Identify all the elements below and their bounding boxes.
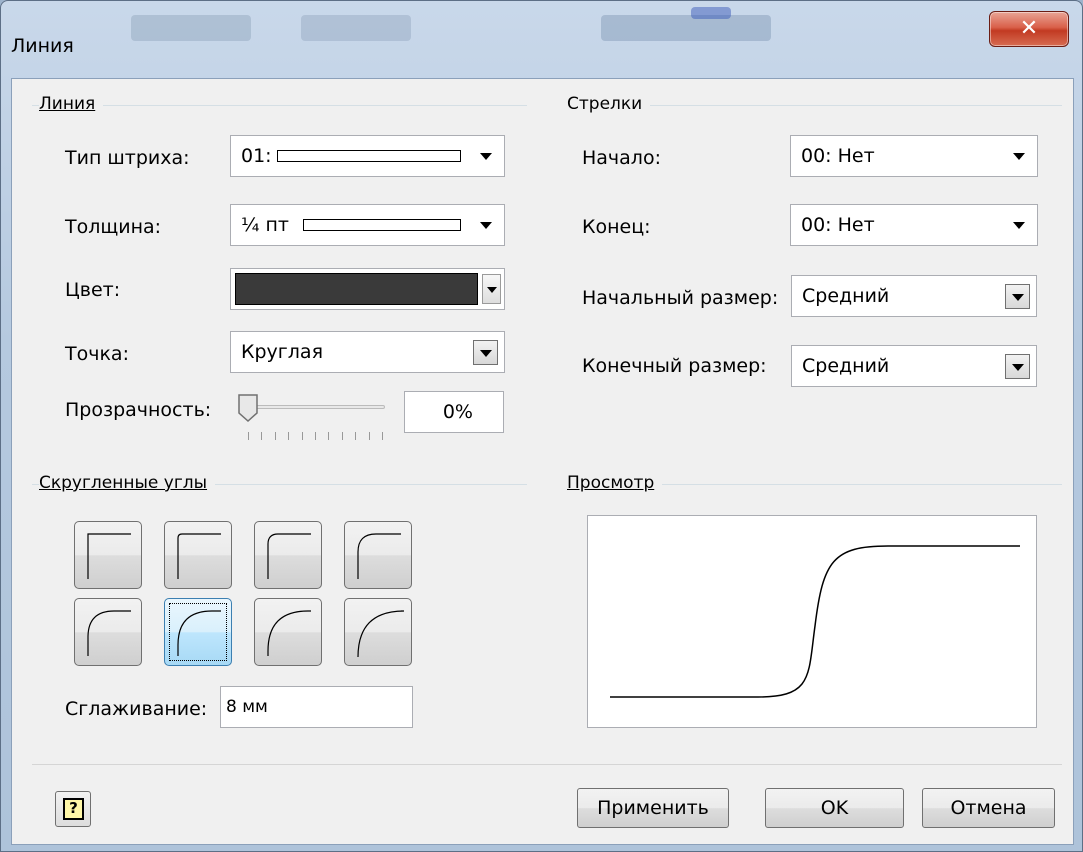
corners-group-title: Скругленные углы: [39, 473, 216, 493]
chevron-down-icon[interactable]: [482, 274, 501, 304]
slider-tick: [288, 432, 290, 440]
weight-label: Толщина:: [65, 216, 162, 238]
group-divider: [32, 105, 527, 106]
chevron-down-icon: [480, 153, 492, 160]
begin-size-select[interactable]: Средний: [791, 275, 1037, 317]
begin-size-value: Средний: [802, 285, 890, 307]
transparency-input[interactable]: 0%: [404, 391, 504, 433]
cap-value: Круглая: [241, 341, 323, 363]
corner-shape-icon: [87, 533, 131, 579]
smoothing-value: 8 мм: [226, 697, 268, 717]
cancel-button[interactable]: Отмена: [922, 788, 1055, 828]
line-group-title: Линия: [39, 94, 104, 114]
slider-tick: [301, 432, 303, 440]
background-blur: [691, 7, 731, 19]
corner-shape-icon: [267, 533, 311, 579]
corner-shape-icon: [87, 610, 131, 656]
slider-tick: [261, 432, 263, 440]
close-icon: ✕: [1019, 16, 1039, 41]
corner-shape-icon: [357, 533, 401, 579]
chevron-down-icon: [480, 222, 492, 229]
dash-type-value: 01:: [241, 145, 272, 167]
slider-tick: [315, 432, 316, 440]
slider-tick: [355, 432, 357, 440]
corner-radius-button[interactable]: [74, 598, 142, 666]
color-swatch: [235, 273, 478, 305]
transparency-track[interactable]: [245, 405, 385, 409]
dash-sample: [277, 150, 461, 162]
transparency-value: 0%: [442, 401, 473, 423]
smoothing-input[interactable]: 8 мм: [220, 686, 413, 728]
background-blur: [301, 15, 411, 41]
corner-radius-button[interactable]: [254, 521, 322, 589]
ok-button[interactable]: OK: [765, 788, 904, 828]
transparency-label: Прозрачность:: [65, 399, 212, 421]
end-label: Конец:: [582, 216, 651, 238]
begin-label: Начало:: [582, 147, 661, 169]
window-title: Линия: [11, 35, 74, 57]
end-size-value: Средний: [802, 355, 890, 377]
end-size-label: Конечный размер:: [582, 355, 767, 377]
dialog-window: Линия ✕ Линия Тип штриха: 01: Толщина: ¼…: [0, 0, 1083, 852]
corner-shape-icon: [357, 610, 405, 658]
line-preview: [587, 515, 1037, 728]
chevron-down-icon: [1005, 354, 1030, 379]
end-arrow-select[interactable]: 00: Нет: [790, 204, 1038, 246]
dialog-client: Линия Тип штриха: 01: Толщина: ¼ пт Цвет…: [11, 78, 1074, 845]
help-button[interactable]: ?: [55, 791, 91, 827]
corner-radius-button[interactable]: [344, 521, 412, 589]
corner-radius-button[interactable]: [74, 521, 142, 589]
chevron-down-icon: [1005, 284, 1030, 309]
slider-tick: [382, 432, 383, 440]
title-bar[interactable]: Линия ✕: [1, 1, 1083, 65]
slider-tick: [368, 432, 370, 440]
dash-type-select[interactable]: 01:: [230, 135, 505, 177]
weight-value: ¼ пт: [241, 214, 289, 236]
background-blur: [131, 15, 251, 41]
chevron-down-icon: [1013, 222, 1025, 229]
corner-radius-button[interactable]: [164, 521, 232, 589]
corner-radius-button[interactable]: [344, 598, 412, 666]
dash-type-label: Тип штриха:: [65, 147, 190, 169]
end-value: 00: Нет: [801, 214, 875, 236]
transparency-slider-thumb[interactable]: [237, 393, 259, 423]
background-blur: [601, 15, 771, 41]
smoothing-label: Сглаживание:: [65, 698, 208, 720]
focus-rect: [169, 603, 227, 661]
arrows-group-title: Стрелки: [567, 94, 651, 114]
begin-value: 00: Нет: [801, 145, 875, 167]
corner-radius-button[interactable]: [254, 598, 322, 666]
color-label: Цвет:: [65, 279, 121, 301]
color-picker[interactable]: [230, 268, 505, 310]
slider-tick: [328, 432, 330, 440]
corner-shape-icon: [177, 533, 221, 579]
footer-separator: [32, 764, 1062, 765]
chevron-down-icon: [1013, 153, 1025, 160]
preview-curve: [610, 545, 1020, 698]
begin-arrow-select[interactable]: 00: Нет: [790, 135, 1038, 177]
cap-select[interactable]: Круглая: [230, 331, 505, 373]
end-size-select[interactable]: Средний: [791, 345, 1037, 387]
slider-tick: [341, 432, 343, 440]
close-button[interactable]: ✕: [989, 11, 1069, 47]
cap-label: Точка:: [65, 343, 129, 365]
corner-shape-icon: [267, 610, 311, 656]
preview-group-title: Просмотр: [567, 473, 663, 493]
help-icon: ?: [63, 798, 84, 820]
apply-button[interactable]: Применить: [577, 788, 729, 828]
chevron-down-icon: [473, 340, 498, 365]
weight-select[interactable]: ¼ пт: [230, 204, 505, 246]
slider-tick: [274, 432, 276, 440]
slider-tick: [248, 432, 249, 440]
weight-sample: [303, 219, 461, 231]
corner-radius-button[interactable]: [164, 598, 232, 666]
begin-size-label: Начальный размер:: [582, 287, 779, 309]
